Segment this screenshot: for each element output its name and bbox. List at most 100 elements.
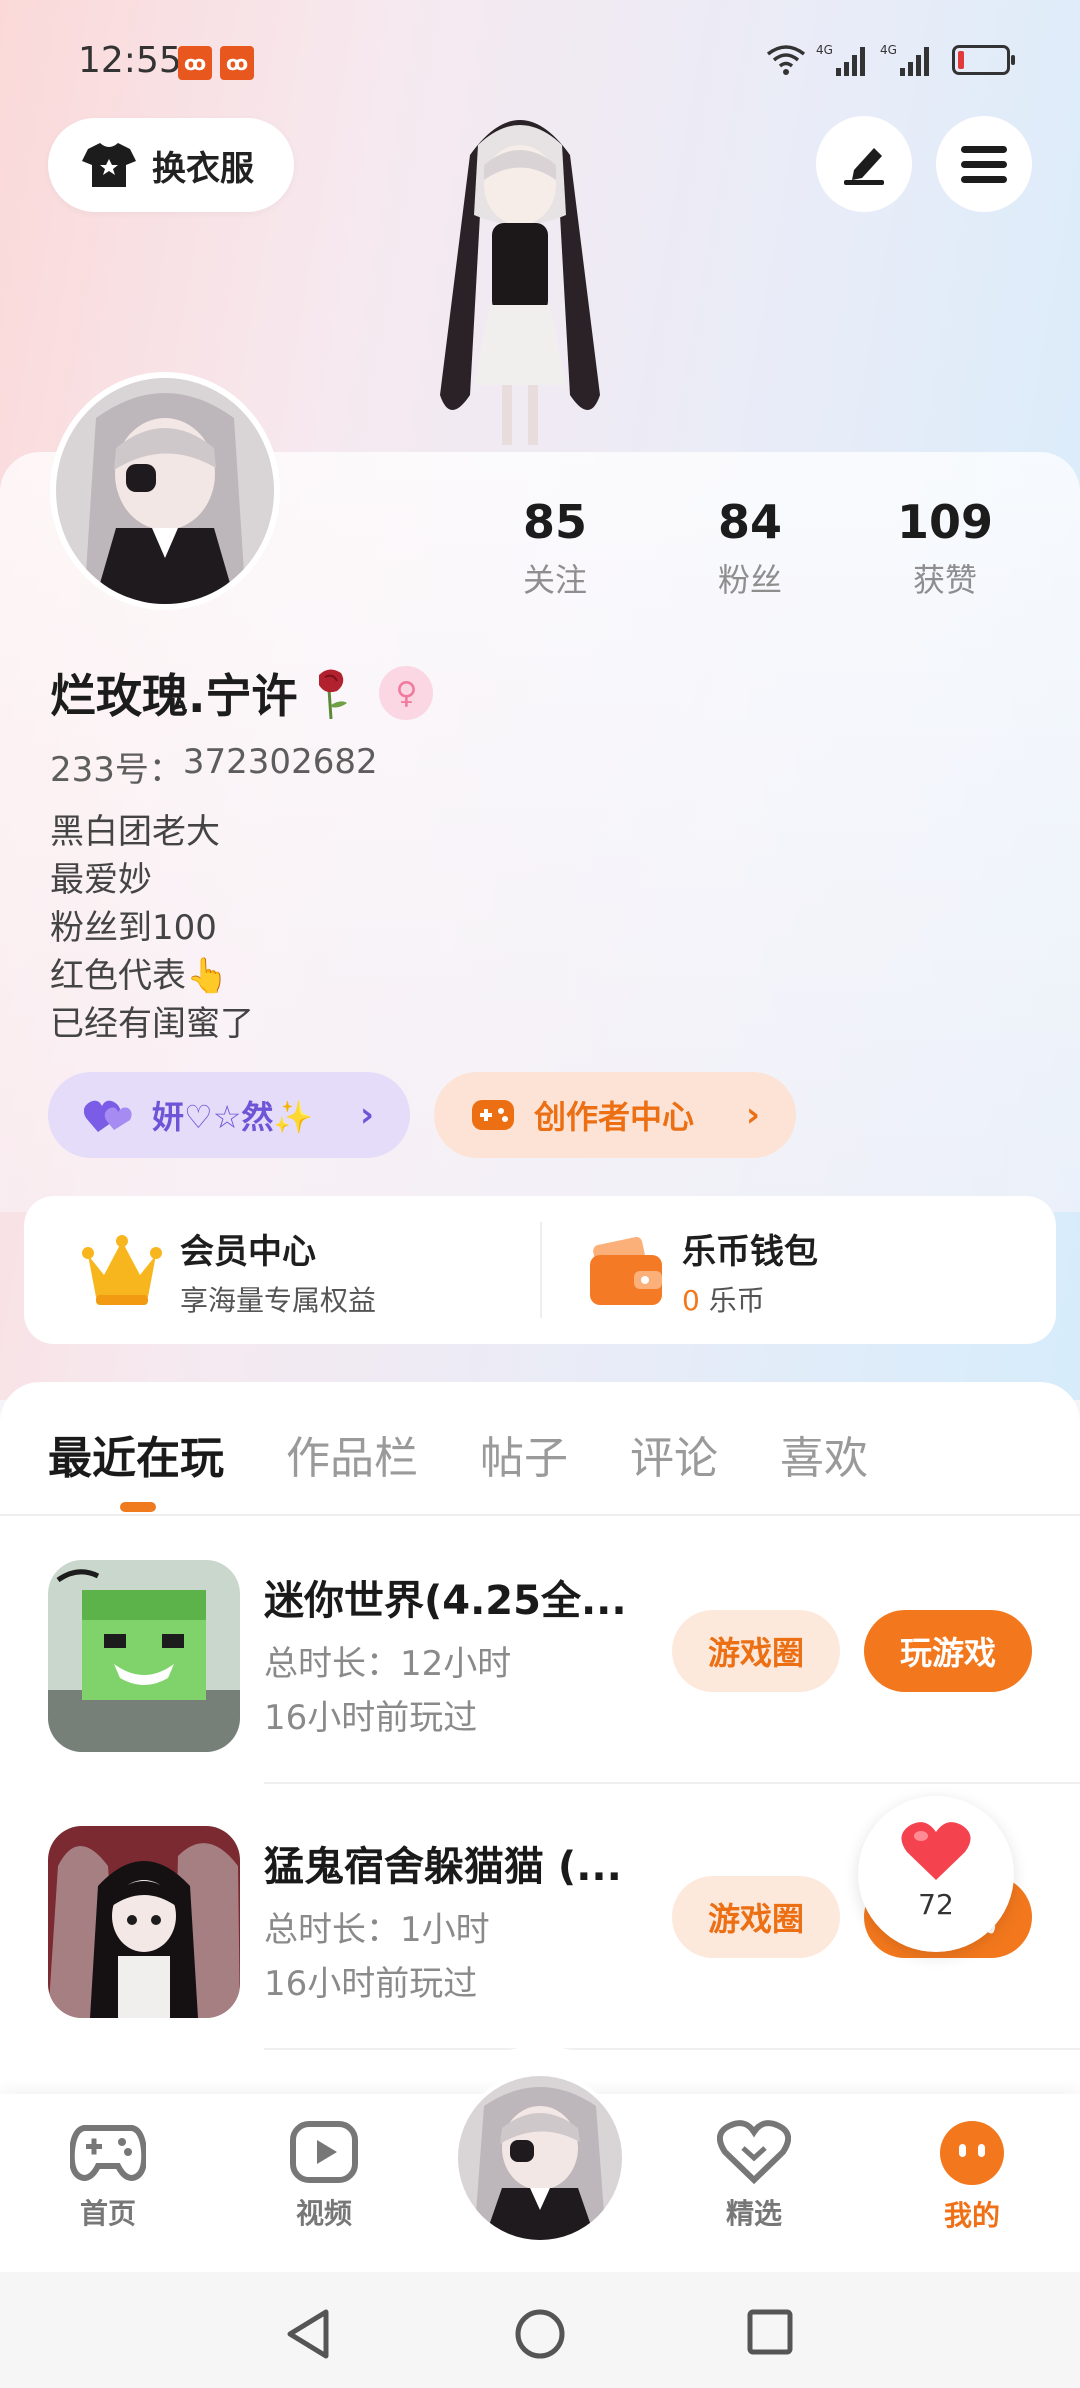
stat-following[interactable]: 85 关注 xyxy=(470,495,640,601)
nav-mine[interactable]: 我的 xyxy=(902,2120,1042,2234)
game-thumbnail xyxy=(48,1560,240,1752)
avatar-character-figure[interactable] xyxy=(390,95,650,455)
game-duration: 总时长：12小时 xyxy=(264,1644,512,1684)
divider xyxy=(0,1514,1080,1516)
member-center[interactable]: 会员中心 享海量专属权益 xyxy=(82,1224,376,1319)
tab-indicator xyxy=(120,1502,156,1512)
game-list-item[interactable]: 迷你世界(4.25全... 总时长：12小时 16小时前玩过 游戏圈 玩游戏 xyxy=(0,1518,1080,1784)
bio-line: 粉丝到100 xyxy=(50,908,217,948)
wallet[interactable]: 乐币钱包 0 乐币 xyxy=(588,1224,818,1319)
signal-icon: 4G xyxy=(880,43,929,76)
profile-stats: 85 关注 84 粉丝 109 获赞 xyxy=(470,495,1030,601)
nav-featured[interactable]: 精选 xyxy=(684,2120,824,2232)
creator-center-button[interactable]: 创作者中心 › xyxy=(434,1072,796,1158)
partner-pill-label: 妍♡☆然✨ xyxy=(152,1098,314,1136)
bio-line: 最爱妙 xyxy=(50,860,152,900)
wallet-icon xyxy=(590,1236,662,1305)
tab-comments[interactable]: 评论 xyxy=(630,1422,718,1486)
divider xyxy=(540,1222,542,1318)
wallet-balance: 0 xyxy=(682,1284,700,1317)
services-card: 会员中心 享海量专属权益 乐币钱包 0 乐币 xyxy=(24,1196,1056,1344)
stat-fans[interactable]: 84 粉丝 xyxy=(665,495,835,601)
bio-line: 黑白团老大 xyxy=(50,812,220,852)
stat-likes[interactable]: 109 获赞 xyxy=(860,495,1030,601)
status-indicators: 4G 4G xyxy=(766,42,1015,78)
notification-icon: ꝏ xyxy=(178,46,212,80)
home-circle-icon[interactable] xyxy=(514,2308,566,2360)
nav-video-label: 视频 xyxy=(295,2197,352,2230)
change-outfit-button[interactable]: 换衣服 xyxy=(48,118,294,212)
game-duration: 总时长：1小时 xyxy=(264,1910,490,1950)
game-circle-button[interactable]: 游戏圈 xyxy=(672,1610,840,1692)
signal-icon: 4G xyxy=(816,43,865,76)
game-title: 猛鬼宿舍躲猫猫 (... xyxy=(264,1844,622,1890)
nav-mine-label: 我的 xyxy=(943,2199,1000,2232)
wallet-unit: 乐币 xyxy=(708,1284,765,1317)
menu-icon xyxy=(961,146,1007,183)
bio: 黑白团老大 最爱妙 粉丝到100 红色代表👆 已经有闺蜜了 xyxy=(50,808,254,1048)
change-outfit-label: 换衣服 xyxy=(152,148,254,189)
nav-featured-label: 精选 xyxy=(725,2197,782,2230)
rose-icon xyxy=(319,669,348,719)
status-time: 12:55 xyxy=(78,40,182,81)
back-icon[interactable] xyxy=(284,2308,332,2360)
heart-badge-icon xyxy=(716,2120,792,2185)
member-center-subtitle: 享海量专属权益 xyxy=(180,1284,377,1317)
tshirt-icon xyxy=(82,143,136,187)
stat-likes-label: 获赞 xyxy=(912,561,977,599)
face-icon xyxy=(940,2121,1004,2185)
wallet-subtitle: 0 乐币 xyxy=(682,1279,818,1319)
user-id[interactable]: 233号： 372302682 xyxy=(50,742,378,791)
username: 烂玫瑰.宁许 ♀ xyxy=(50,660,434,726)
gamepad-icon xyxy=(68,2125,148,2182)
stat-following-label: 关注 xyxy=(522,561,587,599)
stat-fans-value: 84 xyxy=(717,495,782,549)
tab-likes[interactable]: 喜欢 xyxy=(780,1422,868,1486)
nav-home[interactable]: 首页 xyxy=(38,2120,178,2232)
profile-avatar[interactable] xyxy=(50,372,280,610)
game-title: 迷你世界(4.25全... xyxy=(264,1578,627,1624)
bio-line: 已经有闺蜜了 xyxy=(50,1004,254,1044)
tab-works[interactable]: 作品栏 xyxy=(286,1422,418,1486)
recents-square-icon[interactable] xyxy=(746,2308,794,2356)
svg-text:4G: 4G xyxy=(816,43,833,57)
tab-posts[interactable]: 帖子 xyxy=(480,1422,568,1486)
gamepad-icon xyxy=(472,1100,514,1130)
play-game-button[interactable]: 玩游戏 xyxy=(864,1610,1032,1692)
game-circle-button[interactable]: 游戏圈 xyxy=(672,1876,840,1958)
stat-likes-value: 109 xyxy=(896,495,994,549)
wifi-icon xyxy=(766,45,806,75)
tab-recently-played[interactable]: 最近在玩 xyxy=(48,1422,224,1486)
video-icon xyxy=(290,2121,358,2183)
pencil-icon xyxy=(844,148,884,185)
user-id-value: 372302682 xyxy=(182,742,378,782)
bio-line: 红色代表👆 xyxy=(50,956,229,996)
notification-icon: ꝏ xyxy=(220,46,254,80)
battery-icon xyxy=(952,45,1015,75)
stat-fans-label: 粉丝 xyxy=(717,561,782,599)
game-thumbnail xyxy=(48,1826,240,2018)
stat-following-value: 85 xyxy=(522,495,587,549)
crown-icon xyxy=(82,1234,162,1305)
chevron-right-icon: › xyxy=(359,1095,374,1135)
chevron-right-icon: › xyxy=(745,1095,760,1135)
menu-button[interactable] xyxy=(936,116,1032,212)
system-nav-bar xyxy=(0,2272,1080,2388)
wallet-title: 乐币钱包 xyxy=(682,1232,818,1272)
heart-icon xyxy=(901,1822,971,1880)
user-id-label: 233号： xyxy=(50,750,183,790)
nav-video[interactable]: 视频 xyxy=(254,2120,394,2232)
gender-female-icon: ♀ xyxy=(379,666,434,720)
like-float-button[interactable]: 72 xyxy=(858,1796,1014,1952)
divider xyxy=(264,2048,1080,2050)
profile-tabs: 最近在玩 作品栏 帖子 评论 喜欢 xyxy=(48,1422,868,1486)
edit-button[interactable] xyxy=(816,116,912,212)
game-last-played: 16小时前玩过 xyxy=(264,1964,478,2004)
svg-text:4G: 4G xyxy=(880,43,897,57)
member-center-title: 会员中心 xyxy=(180,1232,316,1272)
nav-center-avatar[interactable] xyxy=(454,2072,626,2244)
username-text: 烂玫瑰.宁许 xyxy=(50,669,298,723)
like-count: 72 xyxy=(918,1888,954,1921)
double-heart-icon xyxy=(84,1100,132,1132)
partner-pill[interactable]: 妍♡☆然✨ › xyxy=(48,1072,410,1158)
